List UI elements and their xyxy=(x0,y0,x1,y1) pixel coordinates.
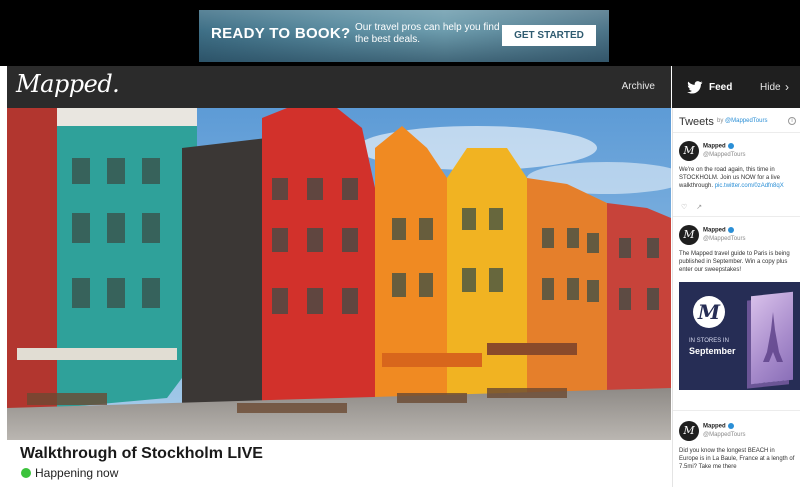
live-indicator-icon xyxy=(21,468,31,478)
hide-feed-button[interactable]: Hide xyxy=(760,82,781,93)
avatar[interactable]: M xyxy=(679,225,699,245)
site-header: Mapped. Archive xyxy=(7,66,671,108)
ad-strip: READY TO BOOK? Our travel pros can help … xyxy=(0,0,800,66)
feed-tab[interactable]: Feed xyxy=(709,82,732,93)
tweets-title: Tweets xyxy=(679,116,714,128)
like-icon[interactable]: ♡ xyxy=(681,204,687,211)
tweet-item[interactable]: M Mapped @MappedTours We're on the road … xyxy=(673,132,800,224)
ad-banner[interactable]: READY TO BOOK? Our travel pros can help … xyxy=(199,10,609,62)
tweet-item[interactable]: M Mapped @MappedTours Did you know the l… xyxy=(673,410,800,487)
ad-headline: READY TO BOOK? xyxy=(211,25,351,42)
site-logo[interactable]: Mapped. xyxy=(16,70,120,98)
tweet-author-text: Mapped xyxy=(703,423,726,430)
ad-subtext: Our travel pros can help you find the be… xyxy=(355,22,500,45)
tweets-by-label: by xyxy=(717,118,724,124)
avatar[interactable]: M xyxy=(679,141,699,161)
live-status: Happening now xyxy=(35,466,119,480)
avatar[interactable]: M xyxy=(679,421,699,441)
verified-icon xyxy=(727,423,734,429)
tweet-author-handle[interactable]: @MappedTours xyxy=(703,432,745,438)
archive-link[interactable]: Archive xyxy=(622,81,655,92)
tweet-author-name[interactable]: Mapped xyxy=(703,227,734,234)
tweet-text: The Mapped travel guide to Paris is bein… xyxy=(679,251,790,273)
tweet-author-handle[interactable]: @MappedTours xyxy=(703,236,745,242)
stream-caption: Walkthrough of Stockholm LIVE Happening … xyxy=(7,440,671,487)
info-icon[interactable]: i xyxy=(788,117,796,125)
tweet-link[interactable]: pic.twitter.com/0zAdfn8qX xyxy=(715,183,784,189)
promo-line-2: September xyxy=(689,346,736,356)
twitter-icon xyxy=(687,81,703,94)
tweet-text: Did you know the longest BEACH in Europe… xyxy=(679,448,795,470)
ad-cta-button[interactable]: GET STARTED xyxy=(502,25,596,46)
verified-icon xyxy=(727,227,734,233)
tweet-actions: ♡ ↗ xyxy=(681,203,711,211)
stockholm-square-photo xyxy=(7,108,671,440)
tweet-text: We're on the road again, this time in ST… xyxy=(679,166,795,190)
tweet-author-name[interactable]: Mapped xyxy=(703,423,734,430)
promo-line-1: IN STORES IN xyxy=(689,338,729,344)
tweets-byline: by @MappedTours xyxy=(717,118,767,124)
eiffel-tower-icon xyxy=(763,312,783,362)
page: READY TO BOOK? Our travel pros can help … xyxy=(0,0,800,487)
verified-icon xyxy=(727,143,734,149)
tweets-account-link[interactable]: @MappedTours xyxy=(725,118,767,124)
stream-title: Walkthrough of Stockholm LIVE xyxy=(20,445,263,462)
tweet-author-handle[interactable]: @MappedTours xyxy=(703,152,745,158)
promo-image[interactable]: M IN STORES IN September xyxy=(679,282,800,390)
mapped-logo-icon: M xyxy=(693,296,725,328)
tweet-author-text: Mapped xyxy=(703,227,726,234)
tweets-sidebar[interactable]: Tweets by @MappedTours i M Mapped @Mappe… xyxy=(672,108,800,487)
share-icon[interactable]: ↗ xyxy=(696,204,702,211)
chevron-right-icon[interactable]: › xyxy=(785,80,789,94)
feed-header: Feed Hide › xyxy=(672,66,800,108)
tweet-author-text: Mapped xyxy=(703,143,726,150)
tweet-author-name[interactable]: Mapped xyxy=(703,143,734,150)
live-stream-video[interactable] xyxy=(7,108,671,440)
